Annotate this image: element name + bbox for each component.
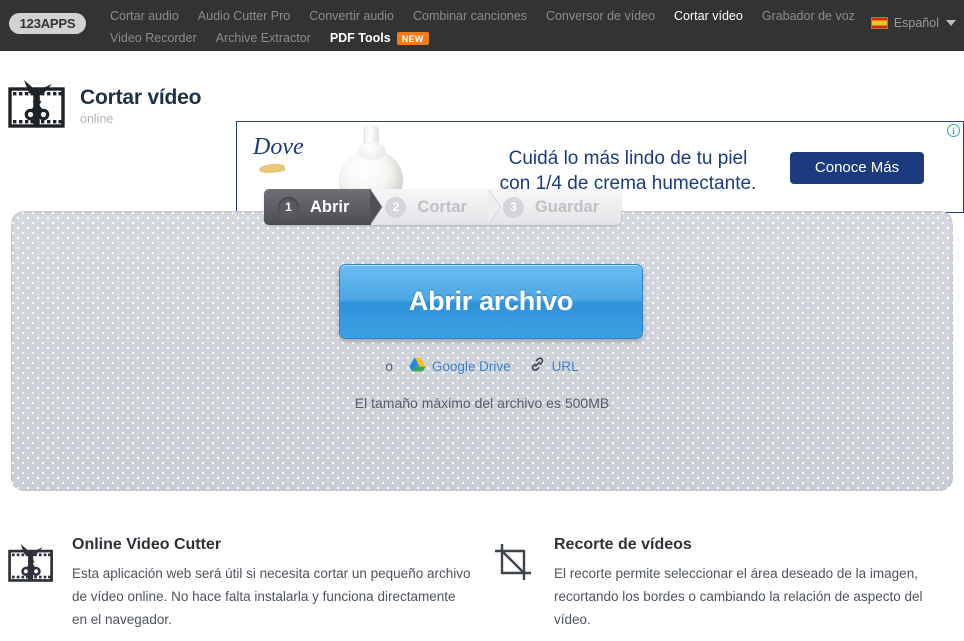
ad-headline-line1: Cuidá lo más lindo de tu piel: [508, 148, 748, 169]
film-scissors-icon: [8, 78, 66, 135]
step-2-label: Cortar: [417, 197, 467, 216]
feature-online-video-cutter: Online Video Cutter Esta aplicación web …: [0, 536, 490, 631]
film-scissors-icon: [8, 536, 62, 631]
brand-block: Cortar vídeo online: [8, 78, 201, 135]
nav-item-pdf-tools[interactable]: PDF Tools: [330, 31, 391, 45]
open-file-label: Abrir archivo: [408, 286, 574, 316]
step-3-number: 3: [502, 196, 524, 218]
google-drive-link[interactable]: Google Drive: [409, 357, 511, 375]
nav-item-grabador-de-voz[interactable]: Grabador de voz: [762, 9, 855, 23]
step-breadcrumb: 1 Abrir 2 Cortar 3 Guardar: [264, 189, 622, 225]
dove-bird-icon: [258, 162, 286, 175]
step-1-abrir[interactable]: 1 Abrir: [264, 189, 384, 225]
nav-item-video-recorder[interactable]: Video Recorder: [110, 31, 197, 45]
feature-text: El recorte permite seleccionar el área d…: [554, 566, 923, 627]
file-drop-panel[interactable]: Abrir archivo o Google Drive URL El tama…: [11, 211, 953, 491]
url-label: URL: [551, 358, 579, 374]
step-1-arrow-icon: [370, 189, 383, 225]
nav-links: Cortar audio Audio Cutter Pro Convertir …: [110, 6, 870, 48]
nav-row-primary: Cortar audio Audio Cutter Pro Convertir …: [110, 6, 870, 26]
feature-title: Recorte de vídeos: [554, 536, 692, 553]
feature-text: Esta aplicación web será útil si necesit…: [72, 566, 471, 627]
google-drive-label: Google Drive: [431, 358, 511, 374]
language-label: Español: [893, 16, 939, 30]
step-1-number: 1: [278, 196, 299, 218]
crop-icon: [490, 536, 544, 631]
link-icon: [529, 357, 546, 375]
feature-section: Online Video Cutter Esta aplicación web …: [0, 536, 964, 631]
feature-body: Recorte de vídeos El recorte permite sel…: [544, 536, 926, 631]
nav-item-convertir-audio[interactable]: Convertir audio: [309, 9, 394, 23]
step-3-label: Guardar: [534, 197, 600, 216]
step-2-cortar[interactable]: 2 Cortar: [371, 189, 501, 225]
feature-title: Online Video Cutter: [72, 536, 222, 553]
page-header: Cortar vídeo online Dove Cuidá lo más li…: [0, 51, 964, 213]
nav-item-conversor-de-video[interactable]: Conversor de vídeo: [546, 9, 655, 23]
step-2-number: 2: [385, 196, 407, 218]
page-title: Cortar vídeo: [80, 86, 202, 109]
nav-item-cortar-audio[interactable]: Cortar audio: [110, 9, 179, 23]
google-drive-icon: [409, 357, 426, 375]
nav-item-cortar-video[interactable]: Cortar vídeo: [674, 9, 743, 23]
site-logo-123apps[interactable]: 123APPS: [9, 13, 86, 34]
info-circle-icon[interactable]: i: [947, 124, 960, 137]
nav-item-combinar-canciones[interactable]: Combinar canciones: [413, 9, 527, 23]
brand-text: Cortar vídeo online: [80, 86, 202, 127]
open-file-button[interactable]: Abrir archivo: [339, 264, 643, 339]
max-file-size-note: El tamaño máximo del archivo es 500MB: [354, 395, 610, 411]
step-2-arrow-icon: [487, 189, 500, 225]
or-separator-label: o: [385, 358, 393, 374]
top-navigation-bar: 123APPS Cortar audio Audio Cutter Pro Co…: [0, 0, 964, 51]
url-link[interactable]: URL: [529, 357, 579, 375]
language-selector[interactable]: Español: [870, 16, 956, 30]
ad-cta-button[interactable]: Conoce Más: [790, 152, 924, 184]
chevron-down-icon: [946, 20, 956, 26]
step-3-guardar[interactable]: 3 Guardar: [488, 189, 622, 225]
alternate-file-sources: o Google Drive URL: [11, 357, 953, 375]
feature-recorte-de-videos: Recorte de vídeos El recorte permite sel…: [490, 536, 964, 631]
feature-body: Online Video Cutter Esta aplicación web …: [62, 536, 472, 631]
nav-row-secondary: Video Recorder Archive Extractor PDF Too…: [110, 28, 870, 48]
page-subtitle: online: [80, 112, 114, 126]
nav-item-archive-extractor[interactable]: Archive Extractor: [216, 31, 311, 45]
badge-new: NEW: [396, 31, 429, 45]
nav-item-audio-cutter-pro[interactable]: Audio Cutter Pro: [198, 9, 290, 23]
step-1-label: Abrir: [310, 197, 350, 216]
ad-brand-logo: Dove: [253, 134, 304, 160]
spain-flag-icon: [870, 17, 888, 29]
